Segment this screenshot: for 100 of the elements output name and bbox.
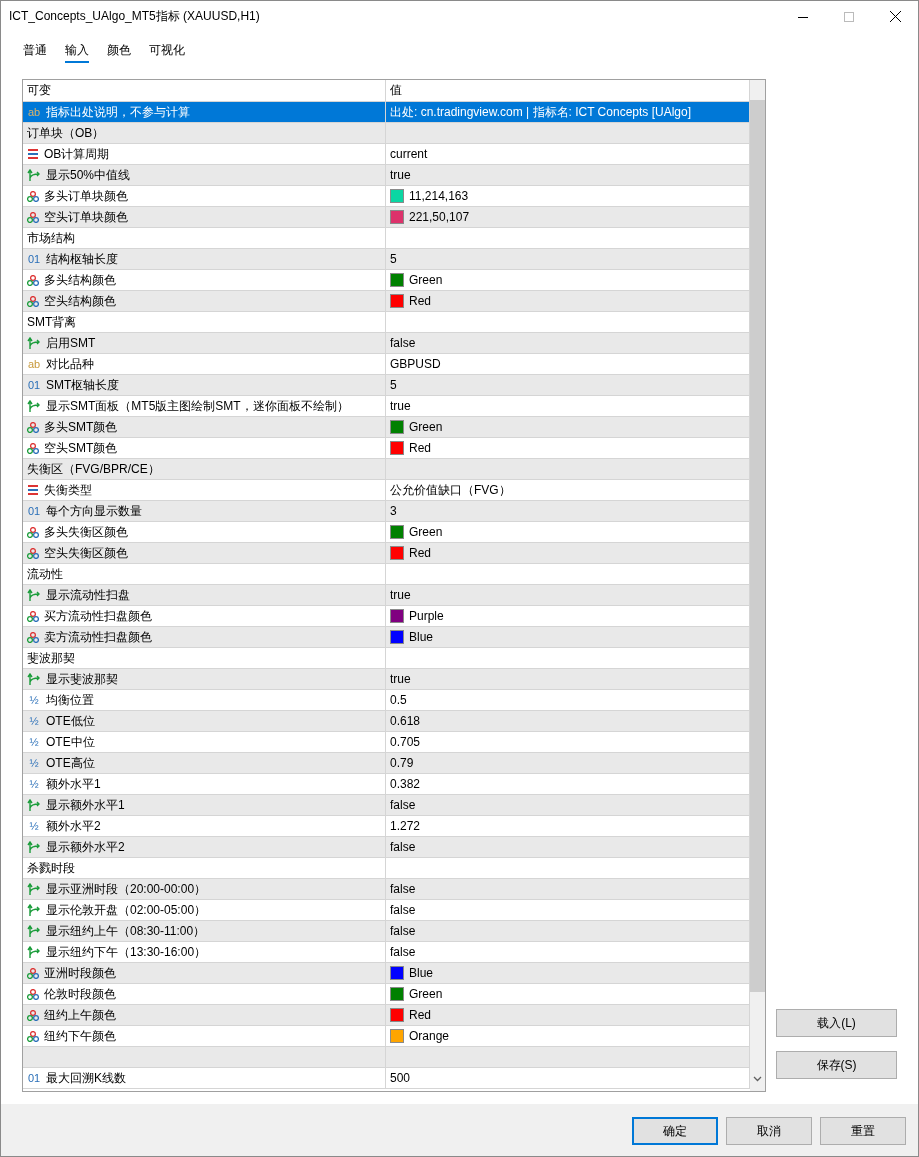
parameter-value: Purple: [409, 609, 444, 623]
parameter-value: false: [390, 924, 416, 938]
branch-arrow-icon: [27, 945, 41, 959]
parameter-name: 纽约上午颜色: [44, 1006, 116, 1024]
string-type-icon: ab: [27, 106, 41, 118]
parameter-row[interactable]: ½ OTE高位 0.79: [23, 753, 750, 774]
parameter-row[interactable]: 空头结构颜色 Red: [23, 291, 750, 312]
number-type-icon: ½: [27, 736, 41, 748]
parameter-row[interactable]: 01 结构枢轴长度 5: [23, 249, 750, 270]
parameter-row[interactable]: 空头SMT颜色 Red: [23, 438, 750, 459]
group-title: 杀戮时段: [27, 859, 75, 877]
parameter-value: false: [390, 945, 416, 959]
number-type-icon: 01: [27, 505, 41, 517]
dialog-button[interactable]: 重置: [820, 1117, 906, 1145]
tab[interactable]: 普通: [23, 42, 47, 63]
parameter-row[interactable]: 纽约上午颜色 Red: [23, 1005, 750, 1026]
parameter-value: true: [390, 168, 411, 182]
parameter-row[interactable]: 亚洲时段颜色 Blue: [23, 963, 750, 984]
close-icon[interactable]: [889, 11, 901, 22]
parameter-row[interactable]: 空头订单块颜色 221,50,107: [23, 207, 750, 228]
parameter-row[interactable]: 伦敦时段颜色 Green: [23, 984, 750, 1005]
parameter-row[interactable]: 流动性: [23, 564, 750, 585]
dialog-button[interactable]: 取消: [726, 1117, 812, 1145]
number-type-icon: ½: [27, 715, 41, 727]
parameter-name: 显示伦敦开盘（02:00-05:00）: [46, 901, 207, 919]
color-circles-icon: [27, 274, 39, 286]
tab[interactable]: 可视化: [149, 42, 185, 63]
parameter-row[interactable]: 显示50%中值线 true: [23, 165, 750, 186]
parameter-row[interactable]: 启用SMT false: [23, 333, 750, 354]
tab[interactable]: 颜色: [107, 42, 131, 63]
parameter-row[interactable]: 显示亚洲时段（20:00-00:00） false: [23, 879, 750, 900]
parameter-row[interactable]: SMT背离: [23, 312, 750, 333]
parameter-row[interactable]: ½ OTE中位 0.705: [23, 732, 750, 753]
parameter-name: 均衡位置: [46, 691, 94, 709]
scrollbar[interactable]: [750, 80, 765, 1091]
parameter-value: false: [390, 903, 416, 917]
parameter-value: Blue: [409, 630, 434, 644]
parameter-value: 0.382: [390, 777, 421, 791]
parameter-row[interactable]: ab 指标出处说明，不参与计算 出处: cn.tradingview.com | 指标名: ICT Concepts [UAlgo]: [23, 102, 750, 123]
parameter-name: 显示流动性扫盘: [46, 586, 130, 604]
parameter-row[interactable]: 多头失衡区颜色 Green: [23, 522, 750, 543]
parameter-row[interactable]: ½ OTE低位 0.618: [23, 711, 750, 732]
number-type-icon: ½: [27, 757, 41, 769]
parameter-row[interactable]: 斐波那契: [23, 648, 750, 669]
parameter-name: OTE中位: [46, 733, 95, 751]
parameter-name: 启用SMT: [46, 334, 96, 352]
parameter-row[interactable]: 显示伦敦开盘（02:00-05:00） false: [23, 900, 750, 921]
parameter-row[interactable]: 显示纽约上午（08:30-11:00） false: [23, 921, 750, 942]
parameter-row[interactable]: 卖方流动性扫盘颜色 Blue: [23, 627, 750, 648]
number-type-icon: ½: [27, 694, 41, 706]
branch-arrow-icon: [27, 336, 41, 350]
color-circles-icon: [27, 1009, 39, 1021]
window-title: ICT_Concepts_UAlgo_MT5指标 (XAUUSD,H1): [9, 8, 261, 25]
parameter-row[interactable]: 显示额外水平1 false: [23, 795, 750, 816]
parameter-row[interactable]: 显示流动性扫盘 true: [23, 585, 750, 606]
parameter-name: 多头结构颜色: [44, 271, 116, 289]
parameter-row[interactable]: 01 最大回溯K线数 500: [23, 1068, 750, 1089]
branch-arrow-icon: [27, 168, 41, 182]
parameter-row[interactable]: ab 对比品种 GBPUSD: [23, 354, 750, 375]
parameter-name: 伦敦时段颜色: [44, 985, 116, 1003]
parameter-row[interactable]: 显示额外水平2 false: [23, 837, 750, 858]
parameter-row[interactable]: 杀戮时段: [23, 858, 750, 879]
tab[interactable]: 输入: [65, 42, 89, 63]
branch-arrow-icon: [27, 672, 41, 686]
parameter-row[interactable]: ½ 额外水平2 1.272: [23, 816, 750, 837]
parameter-row[interactable]: 空头失衡区颜色 Red: [23, 543, 750, 564]
parameter-row[interactable]: OB计算周期 current: [23, 144, 750, 165]
parameter-row[interactable]: 纽约下午颜色 Orange: [23, 1026, 750, 1047]
parameter-row[interactable]: 01 每个方向显示数量 3: [23, 501, 750, 522]
parameter-value: 500: [390, 1071, 411, 1085]
parameter-value: 5: [390, 378, 397, 392]
parameter-value: false: [390, 336, 416, 350]
parameter-row[interactable]: 显示纽约下午（13:30-16:00） false: [23, 942, 750, 963]
parameter-value: Blue: [409, 966, 434, 980]
parameter-row[interactable]: ½ 均衡位置 0.5: [23, 690, 750, 711]
parameter-row[interactable]: 显示SMT面板（MT5版主图绘制SMT，迷你面板不绘制） true: [23, 396, 750, 417]
parameter-row[interactable]: 多头结构颜色 Green: [23, 270, 750, 291]
parameter-value: 3: [390, 504, 397, 518]
side-button[interactable]: 保存(S): [776, 1051, 897, 1079]
parameter-name: 买方流动性扫盘颜色: [44, 607, 152, 625]
parameter-row[interactable]: 买方流动性扫盘颜色 Purple: [23, 606, 750, 627]
number-type-icon: 01: [27, 379, 41, 391]
parameter-row[interactable]: 订单块（OB）: [23, 123, 750, 144]
side-button[interactable]: 载入(L): [776, 1009, 897, 1037]
parameter-name: OB计算周期: [44, 145, 110, 163]
parameter-row[interactable]: 市场结构: [23, 228, 750, 249]
parameter-row[interactable]: 多头订单块颜色 11,214,163: [23, 186, 750, 207]
group-title: 斐波那契: [27, 649, 75, 667]
number-type-icon: ½: [27, 820, 41, 832]
parameter-row[interactable]: 多头SMT颜色 Green: [23, 417, 750, 438]
parameter-row[interactable]: 显示斐波那契 true: [23, 669, 750, 690]
color-circles-icon: [27, 547, 39, 559]
parameter-row[interactable]: 失衡类型 公允价值缺口（FVG）: [23, 480, 750, 501]
branch-arrow-icon: [27, 903, 41, 917]
parameter-row[interactable]: 失衡区（FVG/BPR/CE）: [23, 459, 750, 480]
parameter-name: 额外水平2: [46, 817, 101, 835]
parameter-row[interactable]: 01 SMT枢轴长度 5: [23, 375, 750, 396]
dialog-button[interactable]: 确定: [632, 1117, 718, 1145]
parameter-row[interactable]: ½ 额外水平1 0.382: [23, 774, 750, 795]
scroll-down-icon[interactable]: [753, 1076, 762, 1082]
